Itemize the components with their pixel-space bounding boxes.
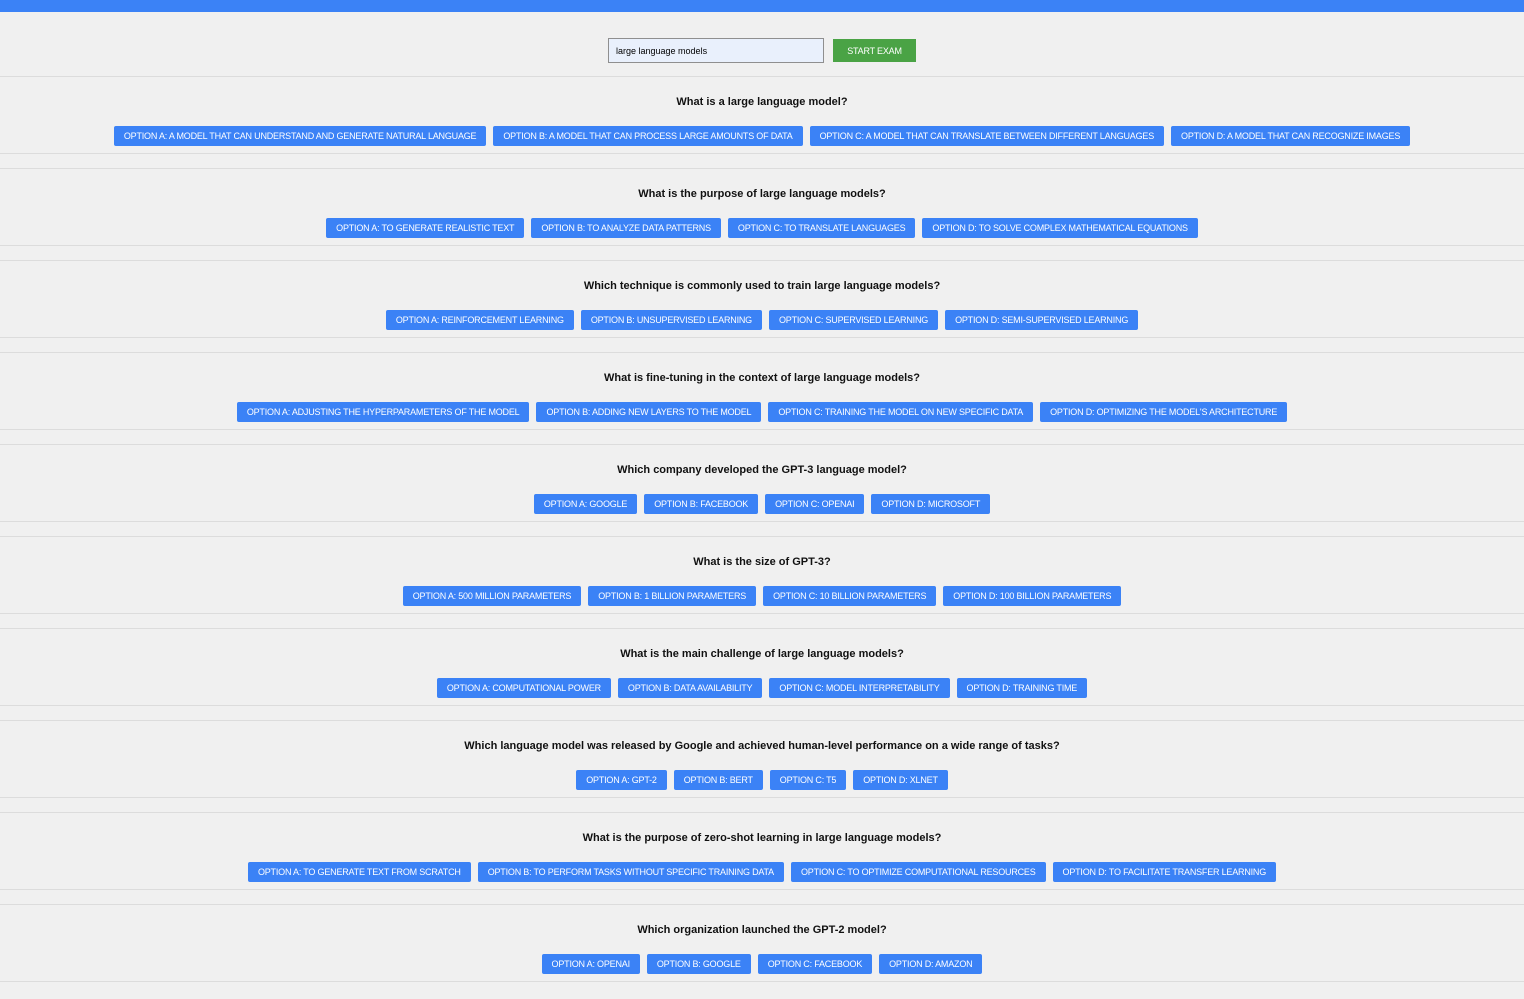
option-d-button[interactable]: OPTION D: TRAINING TIME [956, 678, 1088, 698]
question-block: Which company developed the GPT-3 langua… [0, 444, 1524, 522]
option-c-button[interactable]: OPTION C: FACEBOOK [757, 954, 873, 974]
options-row: OPTION A: TO GENERATE REALISTIC TEXT OPT… [0, 218, 1524, 238]
option-c-button[interactable]: OPTION C: 10 BILLION PARAMETERS [763, 586, 937, 606]
question-text: Which organization launched the GPT-2 mo… [637, 924, 887, 936]
option-c-button[interactable]: OPTION C: A MODEL THAT CAN TRANSLATE BET… [809, 126, 1165, 146]
option-b-button[interactable]: OPTION B: GOOGLE [646, 954, 751, 974]
option-d-button[interactable]: OPTION D: XLNET [853, 770, 948, 790]
question-text: What is the purpose of zero-shot learnin… [582, 832, 942, 844]
option-b-button[interactable]: OPTION B: A MODEL THAT CAN PROCESS LARGE… [493, 126, 803, 146]
question-text: Which language model was released by Goo… [464, 740, 1060, 752]
question-block: What is a large language model? OPTION A… [0, 76, 1524, 154]
question-text: What is the purpose of large language mo… [638, 188, 886, 200]
question-block: What is the purpose of zero-shot learnin… [0, 812, 1524, 890]
top-accent-bar [0, 0, 1524, 12]
question-block: What is the size of GPT-3? OPTION A: 500… [0, 536, 1524, 614]
option-a-button[interactable]: OPTION A: TO GENERATE TEXT FROM SCRATCH [247, 862, 471, 882]
question-text: Which technique is commonly used to trai… [583, 280, 941, 292]
option-b-button[interactable]: OPTION B: UNSUPERVISED LEARNING [580, 310, 762, 330]
option-a-button[interactable]: OPTION A: REINFORCEMENT LEARNING [385, 310, 574, 330]
question-block: Which organization launched the GPT-2 mo… [0, 904, 1524, 982]
option-a-button[interactable]: OPTION A: ADJUSTING THE HYPERPARAMETERS … [236, 402, 530, 422]
topic-input[interactable] [608, 38, 824, 63]
option-b-button[interactable]: OPTION B: ADDING NEW LAYERS TO THE MODEL [536, 402, 762, 422]
question-block: What is the purpose of large language mo… [0, 168, 1524, 246]
option-d-button[interactable]: OPTION D: TO SOLVE COMPLEX MATHEMATICAL … [922, 218, 1198, 238]
options-row: OPTION A: ADJUSTING THE HYPERPARAMETERS … [0, 402, 1524, 422]
options-row: OPTION A: GOOGLE OPTION B: FACEBOOK OPTI… [0, 494, 1524, 514]
option-d-button[interactable]: OPTION D: A MODEL THAT CAN RECOGNIZE IMA… [1171, 126, 1411, 146]
option-a-button[interactable]: OPTION A: TO GENERATE REALISTIC TEXT [326, 218, 525, 238]
option-a-button[interactable]: OPTION A: OPENAI [541, 954, 640, 974]
option-b-button[interactable]: OPTION B: DATA AVAILABILITY [617, 678, 763, 698]
option-a-button[interactable]: OPTION A: 500 MILLION PARAMETERS [402, 586, 582, 606]
options-row: OPTION A: A MODEL THAT CAN UNDERSTAND AN… [0, 126, 1524, 146]
option-a-button[interactable]: OPTION A: GPT-2 [576, 770, 667, 790]
option-d-button[interactable]: OPTION D: OPTIMIZING THE MODEL'S ARCHITE… [1040, 402, 1288, 422]
options-row: OPTION A: COMPUTATIONAL POWER OPTION B: … [0, 678, 1524, 698]
option-c-button[interactable]: OPTION C: TO OPTIMIZE COMPUTATIONAL RESO… [791, 862, 1046, 882]
option-c-button[interactable]: OPTION C: TRAINING THE MODEL ON NEW SPEC… [768, 402, 1034, 422]
options-row: OPTION A: TO GENERATE TEXT FROM SCRATCH … [0, 862, 1524, 882]
option-c-button[interactable]: OPTION C: T5 [769, 770, 847, 790]
option-b-button[interactable]: OPTION B: FACEBOOK [644, 494, 759, 514]
option-d-button[interactable]: OPTION D: SEMI-SUPERVISED LEARNING [945, 310, 1139, 330]
exam-topic-form: START EXAM [0, 38, 1524, 63]
start-exam-button[interactable]: START EXAM [833, 39, 916, 62]
option-b-button[interactable]: OPTION B: TO PERFORM TASKS WITHOUT SPECI… [477, 862, 784, 882]
option-b-button[interactable]: OPTION B: 1 BILLION PARAMETERS [588, 586, 757, 606]
options-row: OPTION A: REINFORCEMENT LEARNING OPTION … [0, 310, 1524, 330]
question-text: What is the main challenge of large lang… [620, 648, 904, 660]
option-d-button[interactable]: OPTION D: AMAZON [879, 954, 983, 974]
option-c-button[interactable]: OPTION C: SUPERVISED LEARNING [768, 310, 939, 330]
option-c-button[interactable]: OPTION C: MODEL INTERPRETABILITY [769, 678, 950, 698]
question-block: What is the main challenge of large lang… [0, 628, 1524, 706]
question-text: Which company developed the GPT-3 langua… [617, 464, 907, 476]
options-row: OPTION A: 500 MILLION PARAMETERS OPTION … [0, 586, 1524, 606]
question-text: What is a large language model? [676, 96, 848, 108]
question-block: Which language model was released by Goo… [0, 720, 1524, 798]
option-c-button[interactable]: OPTION C: OPENAI [765, 494, 865, 514]
question-text: What is the size of GPT-3? [693, 556, 831, 568]
question-block: What is fine-tuning in the context of la… [0, 352, 1524, 430]
option-b-button[interactable]: OPTION B: BERT [673, 770, 763, 790]
options-row: OPTION A: GPT-2 OPTION B: BERT OPTION C:… [0, 770, 1524, 790]
options-row: OPTION A: OPENAI OPTION B: GOOGLE OPTION… [0, 954, 1524, 974]
option-a-button[interactable]: OPTION A: COMPUTATIONAL POWER [436, 678, 611, 698]
option-d-button[interactable]: OPTION D: 100 BILLION PARAMETERS [943, 586, 1122, 606]
question-text: What is fine-tuning in the context of la… [604, 372, 920, 384]
option-a-button[interactable]: OPTION A: GOOGLE [533, 494, 638, 514]
option-d-button[interactable]: OPTION D: MICROSOFT [871, 494, 991, 514]
option-a-button[interactable]: OPTION A: A MODEL THAT CAN UNDERSTAND AN… [113, 126, 487, 146]
option-d-button[interactable]: OPTION D: TO FACILITATE TRANSFER LEARNIN… [1052, 862, 1277, 882]
option-c-button[interactable]: OPTION C: TO TRANSLATE LANGUAGES [727, 218, 916, 238]
question-block: Which technique is commonly used to trai… [0, 260, 1524, 338]
option-b-button[interactable]: OPTION B: TO ANALYZE DATA PATTERNS [531, 218, 721, 238]
